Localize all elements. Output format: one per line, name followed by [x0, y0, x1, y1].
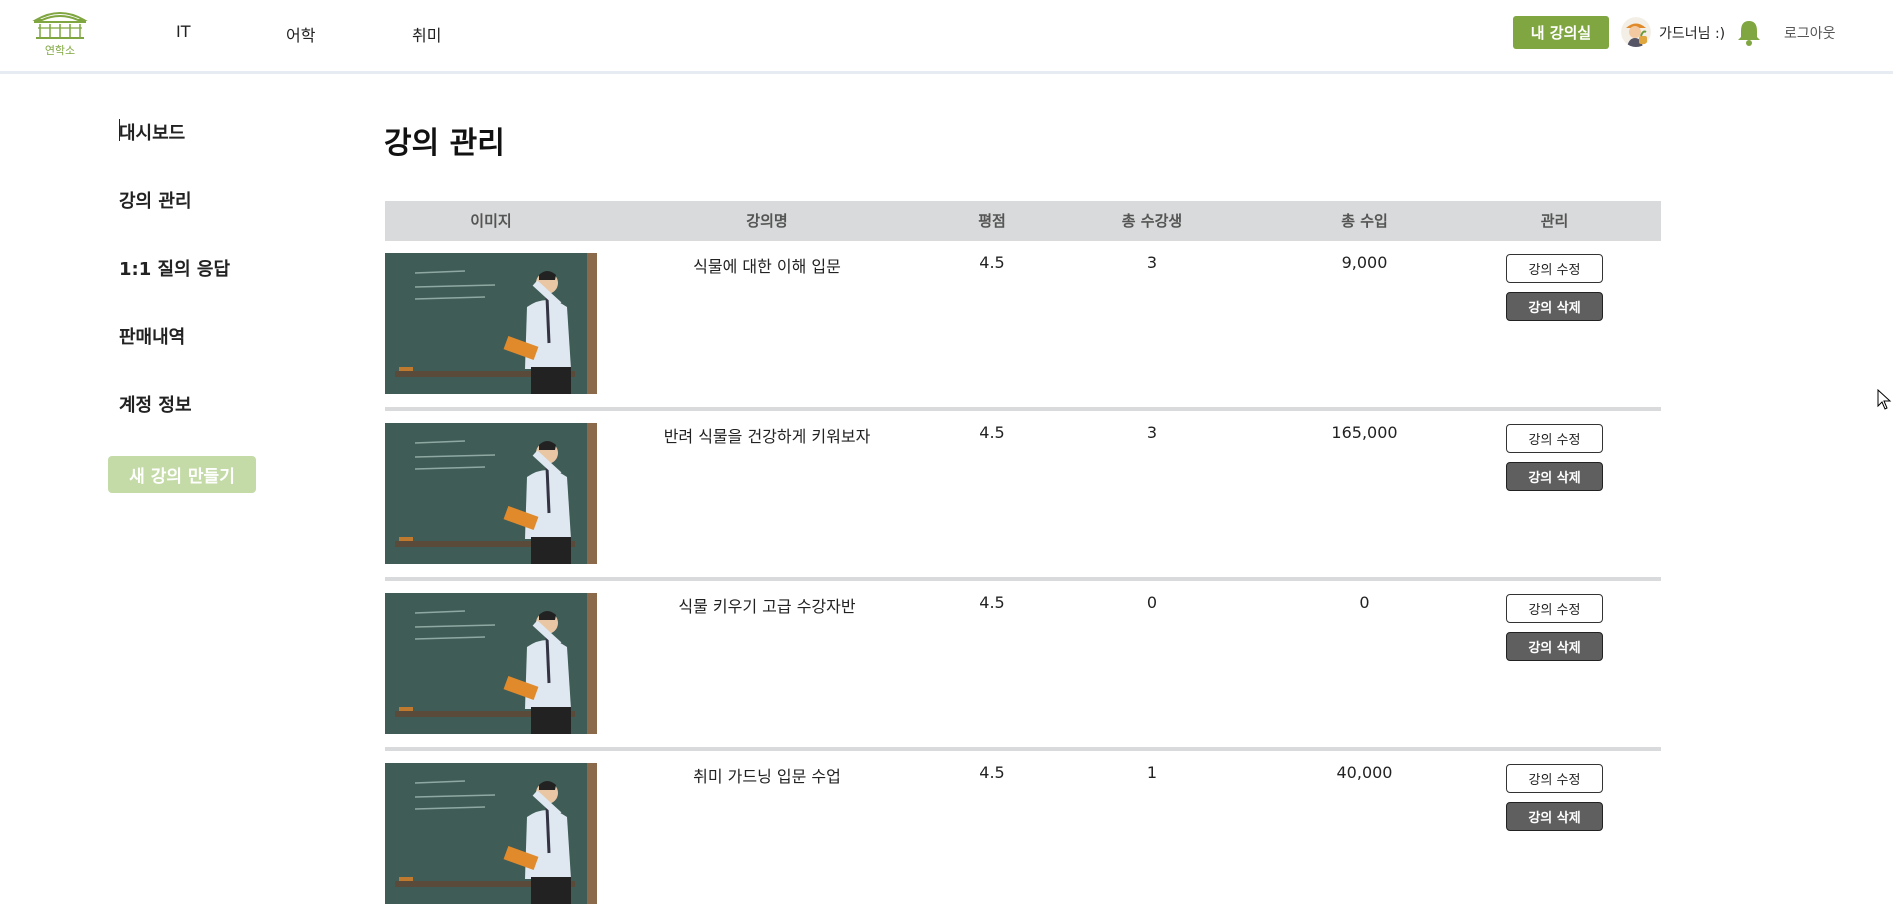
nav-it[interactable]: IT: [176, 22, 191, 41]
notification-bell-icon[interactable]: [1736, 18, 1762, 46]
column-header-image: 이미지: [470, 212, 512, 230]
pavilion-logo-icon: [32, 12, 88, 39]
table-row: 식물 키우기 고급 수강자반 4.5 0 0 강의 수정 강의 삭제: [385, 581, 1661, 751]
edit-course-button[interactable]: 강의 수정: [1506, 424, 1603, 453]
site-logo[interactable]: 연학소: [32, 8, 88, 58]
avatar[interactable]: [1621, 17, 1651, 47]
table-header: 이미지 강의명 평점 총 수강생 총 수입 관리: [385, 201, 1661, 241]
course-name: 식물 키우기 고급 수강자반: [678, 597, 856, 616]
username: 가드너님 :): [1659, 26, 1726, 42]
edit-course-button[interactable]: 강의 수정: [1506, 594, 1603, 623]
course-students: 3: [1146, 423, 1158, 442]
sidebar-item-account[interactable]: 계정 정보: [119, 391, 192, 417]
table-row: 반려 식물을 건강하게 키워보자 4.5 3 165,000 강의 수정 강의 …: [385, 411, 1661, 581]
teacher-chalkboard-image: [385, 593, 597, 734]
column-header-revenue: 총 수입: [1341, 212, 1388, 230]
logo-text: 연학소: [44, 44, 76, 57]
course-revenue: 40,000: [1336, 763, 1393, 782]
course-thumbnail[interactable]: [385, 763, 597, 904]
top-header: 연학소 IT 어학 취미 내 강의실 가드너님 :) 로그아웃: [0, 0, 1893, 74]
teacher-chalkboard-image: [385, 763, 597, 904]
delete-course-button[interactable]: 강의 삭제: [1506, 292, 1603, 321]
logout-link[interactable]: 로그아웃: [1784, 23, 1836, 43]
sidebar-item-qna[interactable]: 1:1 질의 응답: [119, 255, 230, 281]
course-revenue: 165,000: [1331, 423, 1398, 442]
delete-course-button[interactable]: 강의 삭제: [1506, 462, 1603, 491]
teacher-chalkboard-image: [385, 423, 597, 564]
edit-course-button[interactable]: 강의 수정: [1506, 764, 1603, 793]
delete-course-button[interactable]: 강의 삭제: [1506, 632, 1603, 661]
course-name: 식물에 대한 이해 입문: [693, 257, 841, 276]
course-name: 취미 가드닝 입문 수업: [693, 767, 841, 786]
column-header-rating: 평점: [978, 212, 1006, 230]
nav-hobby[interactable]: 취미: [412, 22, 441, 46]
course-name: 반려 식물을 건강하게 키워보자: [663, 427, 871, 446]
course-students: 1: [1146, 763, 1158, 782]
course-students: 3: [1146, 253, 1158, 272]
mouse-pointer-icon: [1877, 388, 1893, 411]
my-classroom-button[interactable]: 내 강의실: [1513, 16, 1609, 49]
new-course-button[interactable]: 새 강의 만들기: [108, 456, 256, 493]
course-rating: 4.5: [979, 763, 1005, 782]
course-revenue: 0: [1359, 593, 1370, 612]
sidebar-item-dashboard[interactable]: 대시보드: [119, 119, 185, 145]
teacher-chalkboard-image: [385, 253, 597, 394]
table-row: 취미 가드닝 입문 수업 4.5 1 40,000 강의 수정 강의 삭제: [385, 751, 1661, 921]
course-rating: 4.5: [979, 253, 1005, 272]
delete-course-button[interactable]: 강의 삭제: [1506, 802, 1603, 831]
course-revenue: 9,000: [1341, 253, 1388, 272]
course-students: 0: [1146, 593, 1158, 612]
course-rating: 4.5: [979, 423, 1005, 442]
sidebar-item-sales[interactable]: 판매내역: [119, 323, 185, 349]
course-rating: 4.5: [979, 593, 1005, 612]
gardener-avatar-icon: [1621, 17, 1651, 47]
course-thumbnail[interactable]: [385, 423, 597, 564]
column-header-course-name: 강의명: [746, 212, 788, 230]
course-thumbnail[interactable]: [385, 593, 597, 734]
column-header-students: 총 수강생: [1121, 212, 1183, 230]
sidebar-item-course-management[interactable]: 강의 관리: [119, 187, 192, 213]
edit-course-button[interactable]: 강의 수정: [1506, 254, 1603, 283]
page-title: 강의 관리: [384, 126, 505, 161]
text-caret: [119, 119, 120, 141]
course-thumbnail[interactable]: [385, 253, 597, 394]
column-header-manage: 관리: [1540, 212, 1569, 230]
table-row: 식물에 대한 이해 입문 4.5 3 9,000 강의 수정 강의 삭제: [385, 241, 1661, 411]
nav-language[interactable]: 어학: [286, 22, 315, 46]
